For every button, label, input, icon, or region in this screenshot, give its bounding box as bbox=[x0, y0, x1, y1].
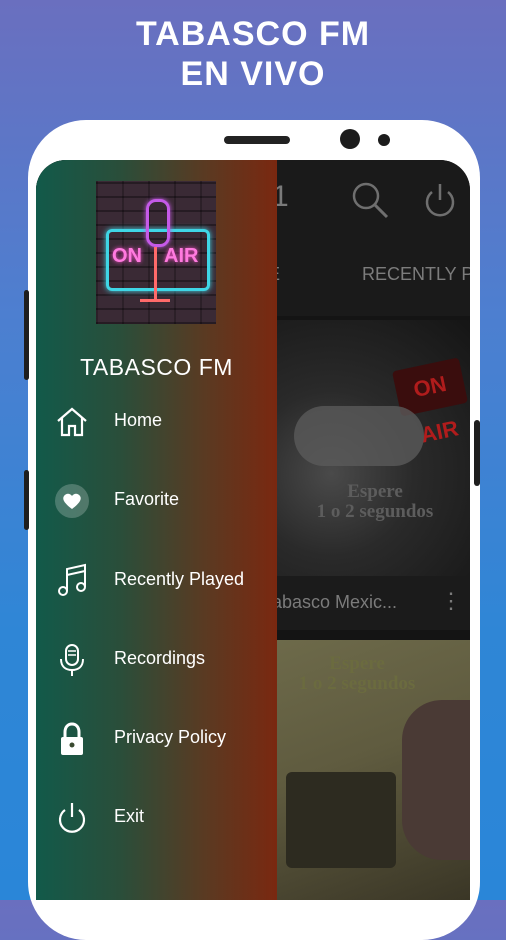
logo-on-text: ON bbox=[112, 245, 142, 267]
navigation-drawer: ON AIR TABASCO FM Home Favorite Recently… bbox=[36, 160, 277, 900]
menu-label-home: Home bbox=[114, 410, 163, 430]
menu-label-exit: Exit bbox=[114, 806, 145, 826]
home-icon bbox=[54, 404, 90, 440]
proximity-sensor bbox=[378, 134, 390, 146]
menu-item-favorite[interactable]: Favorite bbox=[36, 471, 277, 531]
loading-overlay-text: Espere 1 o 2 segundos bbox=[286, 482, 464, 522]
menu-item-home[interactable]: Home bbox=[36, 392, 277, 452]
station-card-footer[interactable]: abasco Mexic... ⋮ bbox=[272, 576, 470, 630]
menu-label-recordings: Recordings bbox=[114, 648, 206, 668]
tab-recently-played[interactable]: RECENTLY PL bbox=[362, 264, 470, 285]
station-caption: abasco Mexic... bbox=[272, 592, 398, 612]
menu-label-recently-played: Recently Played bbox=[114, 569, 245, 589]
menu-item-recordings[interactable]: Recordings bbox=[36, 630, 277, 690]
music-note-icon bbox=[54, 563, 90, 599]
promo-headline: TABASCO FM EN VIVO bbox=[0, 14, 506, 94]
drawer-title: TABASCO FM bbox=[80, 354, 233, 380]
neon-mic-icon bbox=[146, 199, 170, 247]
power-icon[interactable] bbox=[420, 180, 460, 225]
menu-label-favorite: Favorite bbox=[114, 489, 180, 509]
bixby-side-button bbox=[24, 470, 29, 530]
hand-image bbox=[402, 700, 470, 860]
station-logo: ON AIR bbox=[96, 181, 216, 324]
studio-mic-image bbox=[294, 406, 424, 466]
menu-item-recently-played[interactable]: Recently Played bbox=[36, 551, 277, 611]
menu-label-privacy-policy: Privacy Policy bbox=[114, 727, 227, 747]
menu-item-exit[interactable]: Exit bbox=[36, 788, 277, 848]
menu-item-privacy-policy[interactable]: Privacy Policy bbox=[36, 709, 277, 769]
volume-side-button bbox=[24, 290, 29, 380]
speaker-grill bbox=[224, 136, 290, 144]
lock-icon bbox=[54, 721, 90, 757]
promo-line-1: TABASCO FM bbox=[135, 15, 371, 53]
radio-image bbox=[286, 772, 396, 868]
phone-screen: 1 E RECENTLY PL ON AIR Espere 1 o 2 segu… bbox=[36, 160, 470, 900]
more-options-icon[interactable]: ⋮ bbox=[440, 588, 462, 614]
neon-mic-base bbox=[140, 299, 170, 302]
station-card-image[interactable]: ON AIR Espere 1 o 2 segundos bbox=[272, 320, 470, 576]
microphone-icon bbox=[54, 642, 90, 678]
logo-air-text: AIR bbox=[164, 245, 199, 267]
power-side-button bbox=[474, 420, 480, 486]
heart-icon bbox=[54, 483, 90, 519]
overlay2-line-2: 1 o 2 segundos bbox=[298, 673, 416, 694]
loading-overlay-text-2: Espere 1 o 2 segundos bbox=[282, 654, 432, 694]
neon-mic-stand bbox=[154, 247, 157, 299]
second-card-image[interactable]: Espere 1 o 2 segundos bbox=[272, 640, 470, 900]
promo-line-2: EN VIVO bbox=[180, 55, 326, 93]
overlay-line-1: Espere bbox=[347, 481, 403, 502]
power-icon bbox=[54, 800, 90, 836]
search-icon[interactable] bbox=[350, 180, 390, 225]
overlay2-line-1: Espere bbox=[329, 653, 385, 674]
front-camera bbox=[340, 129, 360, 149]
overlay-line-2: 1 o 2 segundos bbox=[316, 501, 434, 522]
